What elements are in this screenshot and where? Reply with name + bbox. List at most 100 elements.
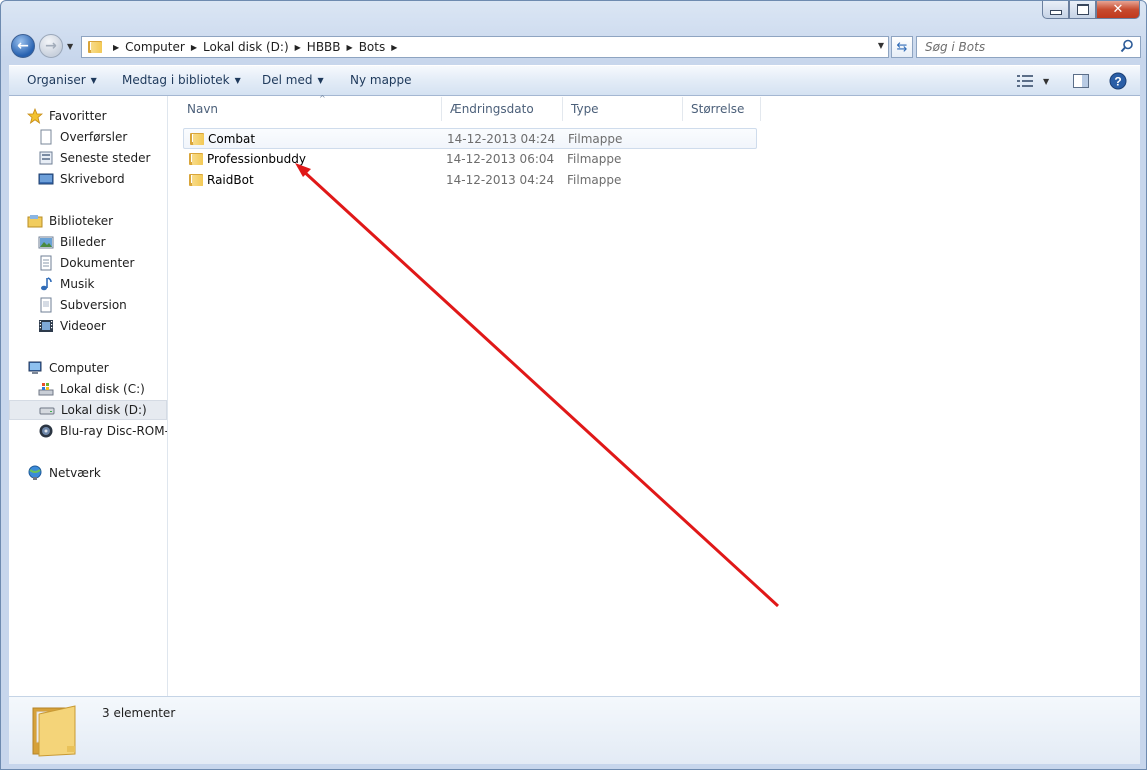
main-pane: Favoritter Overførsler Seneste steder Sk…: [9, 94, 1140, 696]
file-row-combat[interactable]: Combat 14-12-2013 04:24 Filmappe: [183, 128, 757, 149]
address-dropdown-icon[interactable]: ▼: [878, 41, 884, 50]
folder-icon: [87, 39, 103, 55]
column-header-label: Størrelse: [691, 102, 745, 116]
computer-icon: [28, 361, 42, 374]
organise-button[interactable]: Organiser ▼: [27, 73, 97, 87]
breadcrumb-separator-icon[interactable]: ▶: [391, 43, 397, 52]
file-type: Filmappe: [567, 173, 622, 187]
minimize-icon: [1049, 10, 1062, 15]
disc-drive-icon: [39, 424, 53, 438]
column-header-type[interactable]: Type: [563, 97, 683, 121]
breadcrumb-separator-icon[interactable]: ▶: [295, 43, 301, 52]
sidebar-item-label: Musik: [60, 277, 95, 291]
breadcrumb-bots[interactable]: Bots: [359, 40, 386, 54]
sidebar-item-label: Biblioteker: [49, 214, 114, 228]
file-name: RaidBot: [207, 173, 254, 187]
close-icon: ✕: [1112, 2, 1124, 17]
sidebar-item-label: Overførsler: [60, 130, 128, 144]
column-header-label: Ændringsdato: [450, 102, 534, 116]
file-name: Combat: [208, 132, 256, 146]
navigation-pane: Favoritter Overførsler Seneste steder Sk…: [9, 96, 168, 696]
new-folder-button[interactable]: Ny mappe: [350, 73, 412, 87]
breadcrumb-computer[interactable]: Computer: [125, 40, 185, 54]
change-view-button[interactable]: [1017, 71, 1033, 91]
file-name: Professionbuddy: [207, 152, 306, 166]
sidebar-item-label: Seneste steder: [60, 151, 151, 165]
sidebar-item-label: Computer: [49, 361, 109, 375]
documents-icon: [40, 255, 52, 271]
close-button[interactable]: ✕: [1096, 1, 1140, 19]
sidebar-item-network[interactable]: Netværk: [27, 463, 101, 483]
details-view-icon: [1017, 75, 1033, 87]
column-header-label: Navn: [187, 102, 219, 116]
sidebar-item-label: Skrivebord: [60, 172, 125, 186]
sidebar-item-documents[interactable]: Dokumenter: [38, 253, 134, 273]
back-arrow-icon: ←: [17, 38, 29, 54]
file-type: Filmappe: [567, 152, 622, 166]
sidebar-item-videos[interactable]: Videoer: [38, 316, 106, 336]
breadcrumb-hbbb[interactable]: HBBB: [307, 40, 341, 54]
breadcrumb-separator-icon[interactable]: ▶: [191, 43, 197, 52]
breadcrumb-lokal-disk-d[interactable]: Lokal disk (D:): [203, 40, 289, 54]
sidebar-item-label: Blu-ray Disc-ROM-d: [60, 424, 168, 438]
column-header-size[interactable]: Størrelse: [683, 97, 761, 121]
share-with-button[interactable]: Del med ▼: [262, 73, 324, 87]
refresh-button[interactable]: ⇆: [891, 36, 913, 58]
sidebar-item-label: Lokal disk (D:): [61, 403, 147, 417]
view-options-dropdown[interactable]: ▼: [1043, 71, 1049, 91]
music-icon: [41, 277, 52, 291]
folder-icon: [188, 172, 204, 188]
system-drive-icon: [38, 383, 54, 396]
sidebar-item-libraries[interactable]: Biblioteker: [27, 211, 113, 231]
file-type: Filmappe: [568, 132, 623, 146]
sidebar-item-local-disk-d[interactable]: Lokal disk (D:): [9, 400, 167, 420]
sidebar-item-recent-places[interactable]: Seneste steder: [38, 148, 150, 168]
sidebar-item-downloads[interactable]: Overførsler: [38, 127, 127, 147]
back-button[interactable]: ←: [11, 34, 35, 58]
include-in-library-button[interactable]: Medtag i bibliotek ▼: [122, 73, 241, 87]
file-row-professionbuddy[interactable]: Professionbuddy 14-12-2013 06:04 Filmapp…: [183, 149, 757, 170]
search-icon[interactable]: [1120, 39, 1134, 53]
item-count: 3 elementer: [102, 706, 176, 720]
sidebar-item-desktop[interactable]: Skrivebord: [38, 169, 125, 189]
sidebar-item-pictures[interactable]: Billeder: [38, 232, 106, 252]
search-input[interactable]: Søg i Bots: [916, 36, 1141, 58]
sort-ascending-icon: ^: [319, 94, 326, 103]
preview-pane-button[interactable]: [1073, 71, 1089, 91]
breadcrumb-separator-icon[interactable]: ▶: [347, 43, 353, 52]
folder-icon: [188, 151, 204, 167]
desktop-icon: [38, 173, 54, 185]
sidebar-item-music[interactable]: Musik: [38, 274, 95, 294]
column-header-date[interactable]: Ændringsdato: [442, 97, 563, 121]
videos-icon: [39, 320, 53, 332]
pictures-icon: [38, 236, 54, 249]
sidebar-item-bluray-drive[interactable]: Blu-ray Disc-ROM-d: [38, 421, 168, 441]
breadcrumb: ▶ Computer ▶ Lokal disk (D:) ▶ HBBB ▶ Bo…: [107, 40, 403, 54]
network-icon: [28, 465, 42, 480]
sidebar-item-favorites[interactable]: Favoritter: [27, 106, 107, 126]
sidebar-item-label: Billeder: [60, 235, 106, 249]
sidebar-item-local-disk-c[interactable]: Lokal disk (C:): [38, 379, 145, 399]
caption-buttons: ✕: [1042, 1, 1140, 19]
minimize-button[interactable]: [1042, 1, 1069, 19]
downloads-icon: [40, 129, 52, 145]
recent-pages-dropdown[interactable]: ▼: [67, 42, 73, 51]
sidebar-item-label: Subversion: [60, 298, 127, 312]
sidebar-item-computer[interactable]: Computer: [27, 358, 109, 378]
chevron-down-icon: ▼: [90, 76, 97, 85]
file-date: 14-12-2013 06:04: [446, 152, 555, 166]
help-icon: ?: [1109, 72, 1127, 90]
svg-text:?: ?: [1114, 75, 1121, 89]
file-row-raidbot[interactable]: RaidBot 14-12-2013 04:24 Filmappe: [183, 170, 757, 191]
address-bar[interactable]: ▶ Computer ▶ Lokal disk (D:) ▶ HBBB ▶ Bo…: [81, 36, 889, 58]
forward-button[interactable]: →: [39, 34, 63, 58]
libraries-icon: [27, 215, 43, 228]
include-in-library-label: Medtag i bibliotek: [122, 73, 230, 87]
help-button[interactable]: ?: [1109, 71, 1127, 91]
sidebar-item-subversion[interactable]: Subversion: [38, 295, 127, 315]
refresh-icon: ⇆: [896, 39, 908, 55]
maximize-button[interactable]: [1069, 1, 1096, 19]
column-header-label: Type: [571, 102, 599, 116]
breadcrumb-separator-icon[interactable]: ▶: [113, 43, 119, 52]
column-header-name[interactable]: Navn ^: [179, 94, 442, 121]
